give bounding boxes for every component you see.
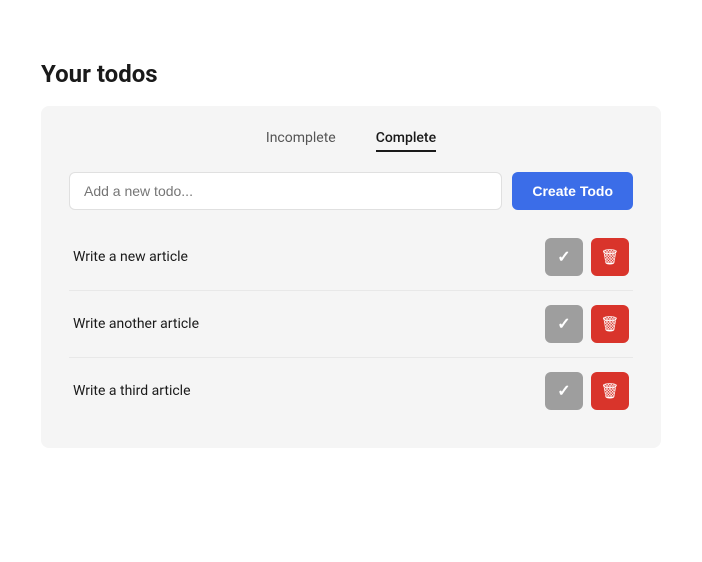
todo-input[interactable]	[69, 172, 502, 210]
complete-button[interactable]: ✓	[545, 305, 583, 343]
main-container: Your todos Incomplete Complete Create To…	[41, 60, 661, 448]
todo-item: Write another article ✓ 🗑	[69, 291, 633, 358]
tab-bar: Incomplete Complete	[69, 130, 633, 152]
todo-text: Write a new article	[73, 249, 188, 265]
delete-button[interactable]: 🗑	[591, 372, 629, 410]
create-todo-button[interactable]: Create Todo	[512, 172, 633, 210]
todo-actions: ✓ 🗑	[545, 305, 629, 343]
trash-icon: 🗑	[600, 382, 619, 400]
page-title: Your todos	[41, 60, 661, 88]
trash-icon: 🗑	[600, 248, 619, 266]
tab-incomplete[interactable]: Incomplete	[266, 130, 336, 152]
delete-button[interactable]: 🗑	[591, 305, 629, 343]
add-todo-row: Create Todo	[69, 172, 633, 210]
todo-card: Incomplete Complete Create Todo Write a …	[41, 106, 661, 448]
todo-item: Write a third article ✓ 🗑	[69, 358, 633, 424]
todo-actions: ✓ 🗑	[545, 238, 629, 276]
todo-item: Write a new article ✓ 🗑	[69, 224, 633, 291]
tab-complete[interactable]: Complete	[376, 130, 436, 152]
todo-actions: ✓ 🗑	[545, 372, 629, 410]
check-icon: ✓	[557, 381, 570, 401]
check-icon: ✓	[557, 247, 570, 267]
todo-text: Write another article	[73, 316, 199, 332]
trash-icon: 🗑	[600, 315, 619, 333]
check-icon: ✓	[557, 314, 570, 334]
complete-button[interactable]: ✓	[545, 372, 583, 410]
todo-list: Write a new article ✓ 🗑 Write another ar…	[69, 224, 633, 424]
delete-button[interactable]: 🗑	[591, 238, 629, 276]
complete-button[interactable]: ✓	[545, 238, 583, 276]
todo-text: Write a third article	[73, 383, 191, 399]
